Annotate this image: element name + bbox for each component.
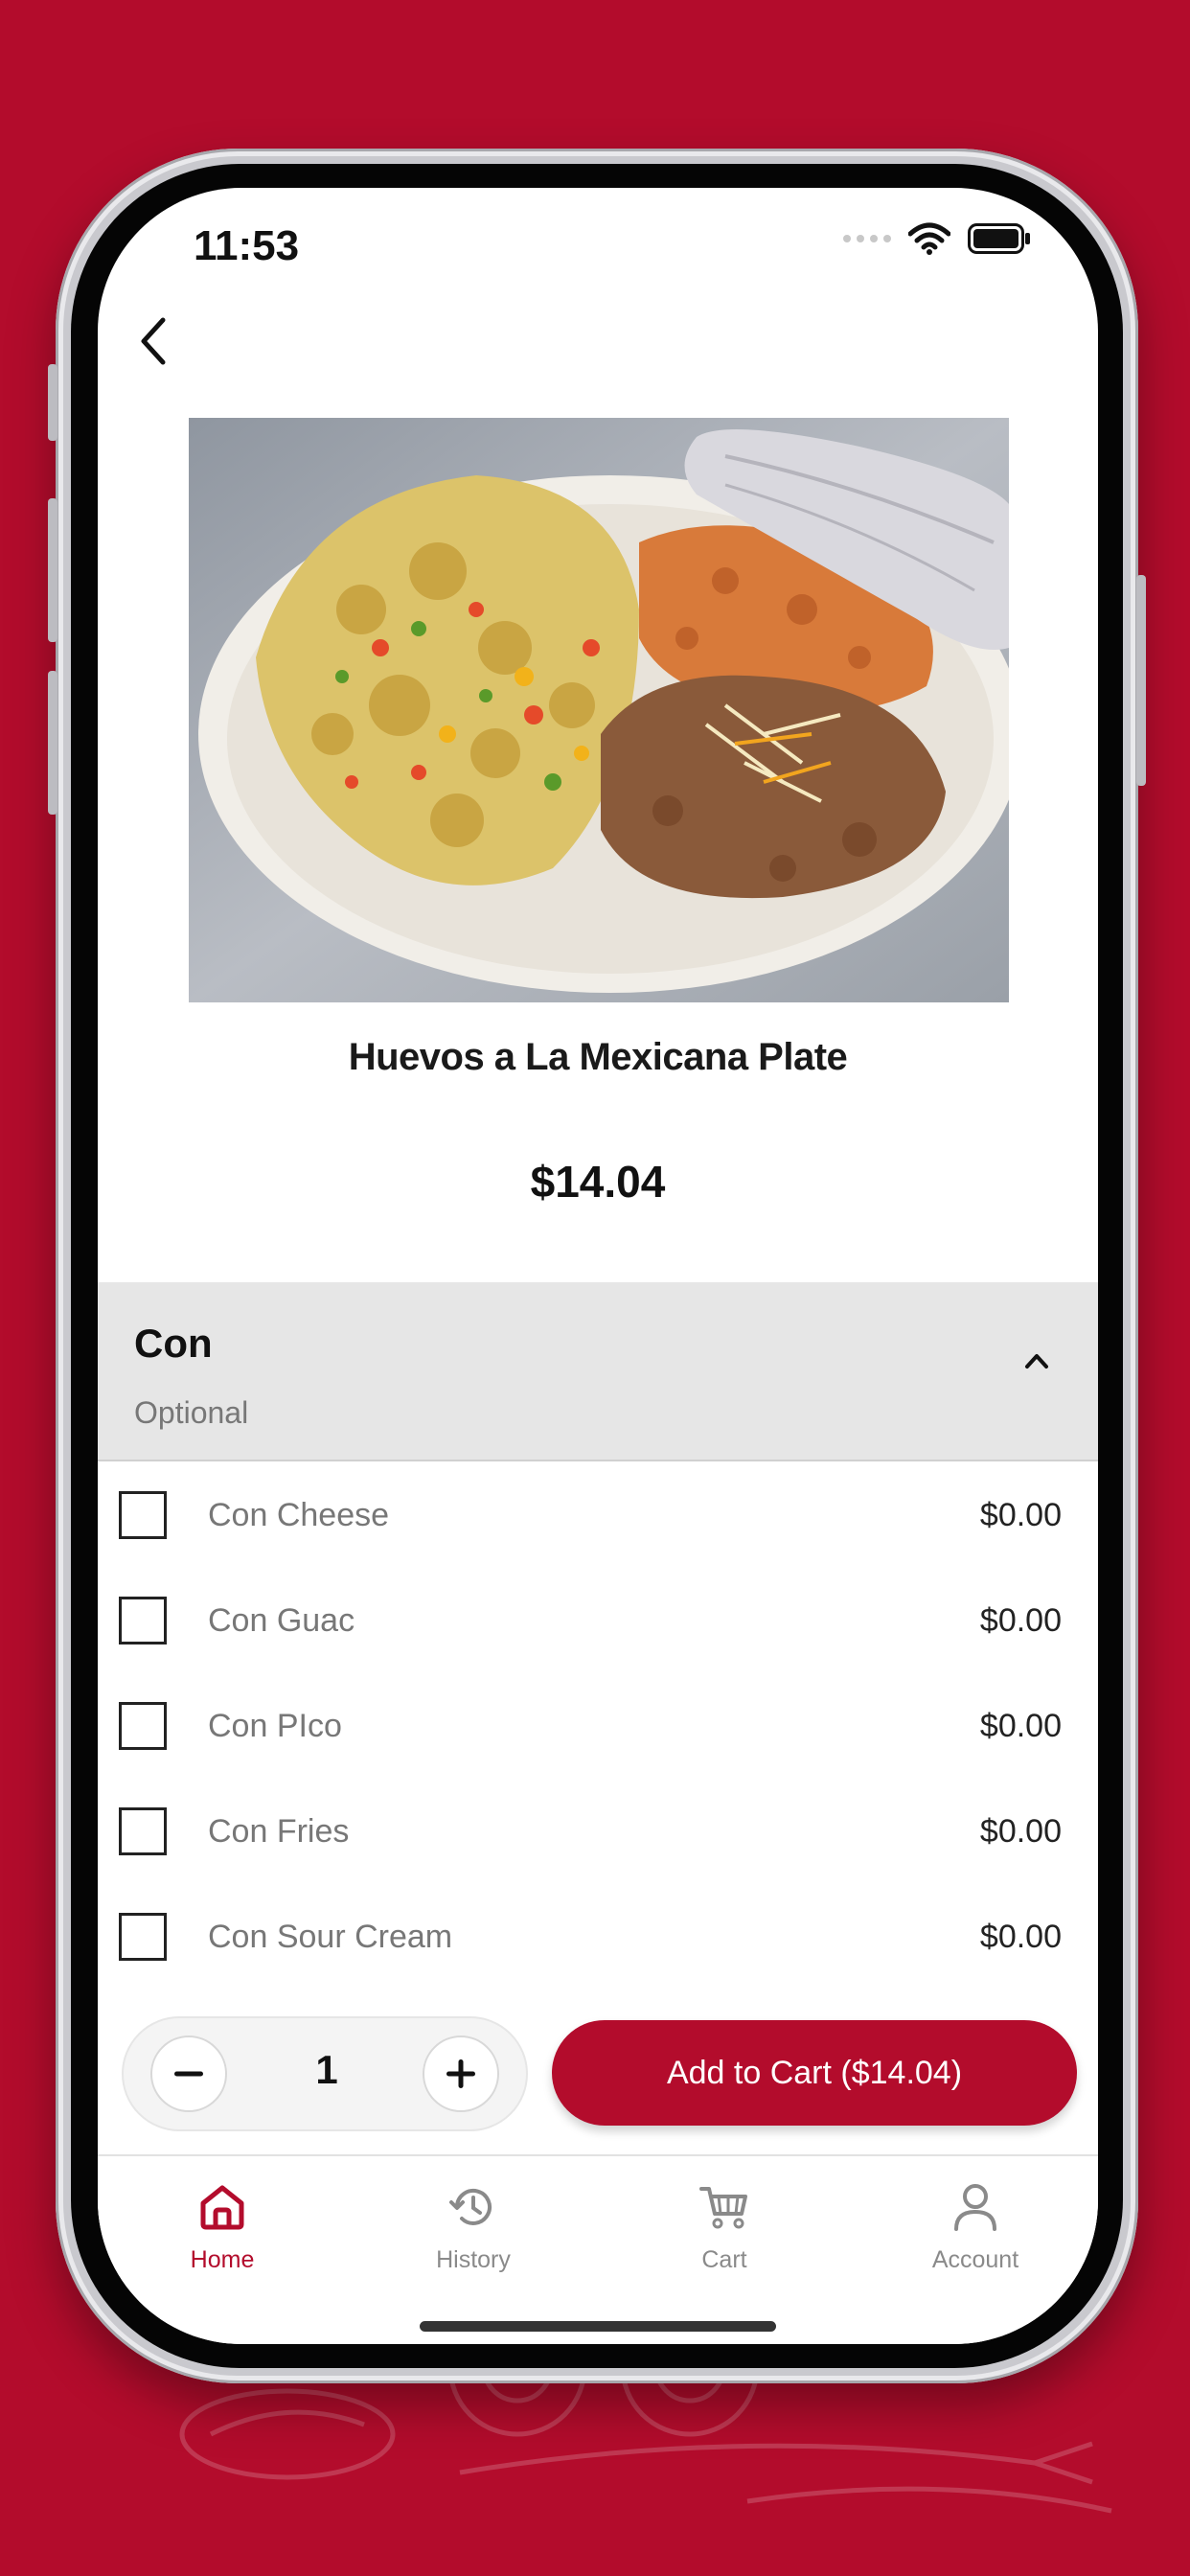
tab-history[interactable]: History bbox=[378, 2174, 569, 2274]
account-icon bbox=[954, 2184, 996, 2231]
status-icons bbox=[843, 222, 1031, 255]
quantity-stepper: 1 bbox=[122, 2016, 528, 2131]
tab-label: History bbox=[436, 2246, 511, 2273]
phone-side-button bbox=[1136, 575, 1146, 786]
option-label: Con PIco bbox=[208, 1707, 342, 1744]
con-section-header[interactable]: Con Optional bbox=[98, 1282, 1098, 1461]
option-price: $0.00 bbox=[979, 1601, 1062, 1639]
option-price: $0.00 bbox=[979, 1812, 1062, 1850]
option-price: $0.00 bbox=[979, 1496, 1062, 1533]
chevron-left-icon bbox=[141, 317, 166, 365]
home-indicator bbox=[420, 2321, 776, 2332]
checkbox[interactable] bbox=[119, 1491, 167, 1539]
option-label: Con Guac bbox=[208, 1601, 355, 1639]
product-title: Huevos a La Mexicana Plate bbox=[348, 1036, 848, 1078]
add-to-cart-button[interactable]: Add to Cart ($14.04) bbox=[552, 2020, 1077, 2126]
option-con-fries[interactable]: Con Fries $0.00 bbox=[98, 1779, 1098, 1884]
signal-icon bbox=[843, 235, 891, 242]
tab-label: Account bbox=[931, 2246, 1019, 2273]
checkbox[interactable] bbox=[119, 1702, 167, 1750]
option-con-guac[interactable]: Con Guac $0.00 bbox=[98, 1568, 1098, 1673]
tab-account[interactable]: Account bbox=[880, 2174, 1071, 2274]
wifi-icon bbox=[908, 222, 950, 255]
tab-home[interactable]: Home bbox=[126, 2174, 318, 2274]
option-label: Con Sour Cream bbox=[208, 1918, 453, 1955]
back-button[interactable] bbox=[125, 312, 182, 370]
option-label: Con Cheese bbox=[208, 1496, 390, 1533]
section-subtitle: Optional bbox=[134, 1395, 249, 1430]
tab-label: Cart bbox=[701, 2246, 747, 2273]
option-con-cheese[interactable]: Con Cheese $0.00 bbox=[98, 1462, 1098, 1568]
options-list: Con Cheese $0.00 Con Guac $0.00 Con PIco… bbox=[98, 1462, 1098, 1990]
status-time: 11:53 bbox=[194, 222, 300, 269]
option-con-sour-cream[interactable]: Con Sour Cream $0.00 bbox=[98, 1884, 1098, 1990]
phone-side-button bbox=[48, 364, 57, 441]
option-label: Con Fries bbox=[208, 1812, 350, 1850]
phone-side-button bbox=[48, 498, 57, 642]
option-price: $0.00 bbox=[979, 1918, 1062, 1955]
checkbox[interactable] bbox=[119, 1597, 167, 1644]
plus-icon bbox=[446, 2059, 475, 2088]
phone-side-button bbox=[48, 671, 57, 815]
section-title: Con bbox=[134, 1321, 213, 1366]
product-image bbox=[189, 418, 1009, 1002]
cart-icon bbox=[699, 2187, 747, 2229]
increase-quantity-button[interactable] bbox=[423, 2036, 499, 2112]
checkbox[interactable] bbox=[119, 1807, 167, 1855]
option-con-pico[interactable]: Con PIco $0.00 bbox=[98, 1673, 1098, 1779]
checkbox[interactable] bbox=[119, 1913, 167, 1961]
bottom-tab-bar: Home History Cart Account bbox=[98, 2154, 1098, 2344]
app-screen: 11:53 Huevos a La Mexicana Plate $14.04 … bbox=[98, 188, 1098, 2344]
battery-icon bbox=[968, 223, 1030, 254]
tab-label: Home bbox=[190, 2246, 255, 2273]
history-icon bbox=[449, 2188, 492, 2225]
option-price: $0.00 bbox=[979, 1707, 1062, 1744]
tab-cart[interactable]: Cart bbox=[629, 2174, 820, 2274]
chevron-up-icon bbox=[1025, 1354, 1048, 1368]
home-icon bbox=[200, 2185, 244, 2230]
product-price: $14.04 bbox=[530, 1157, 666, 1207]
